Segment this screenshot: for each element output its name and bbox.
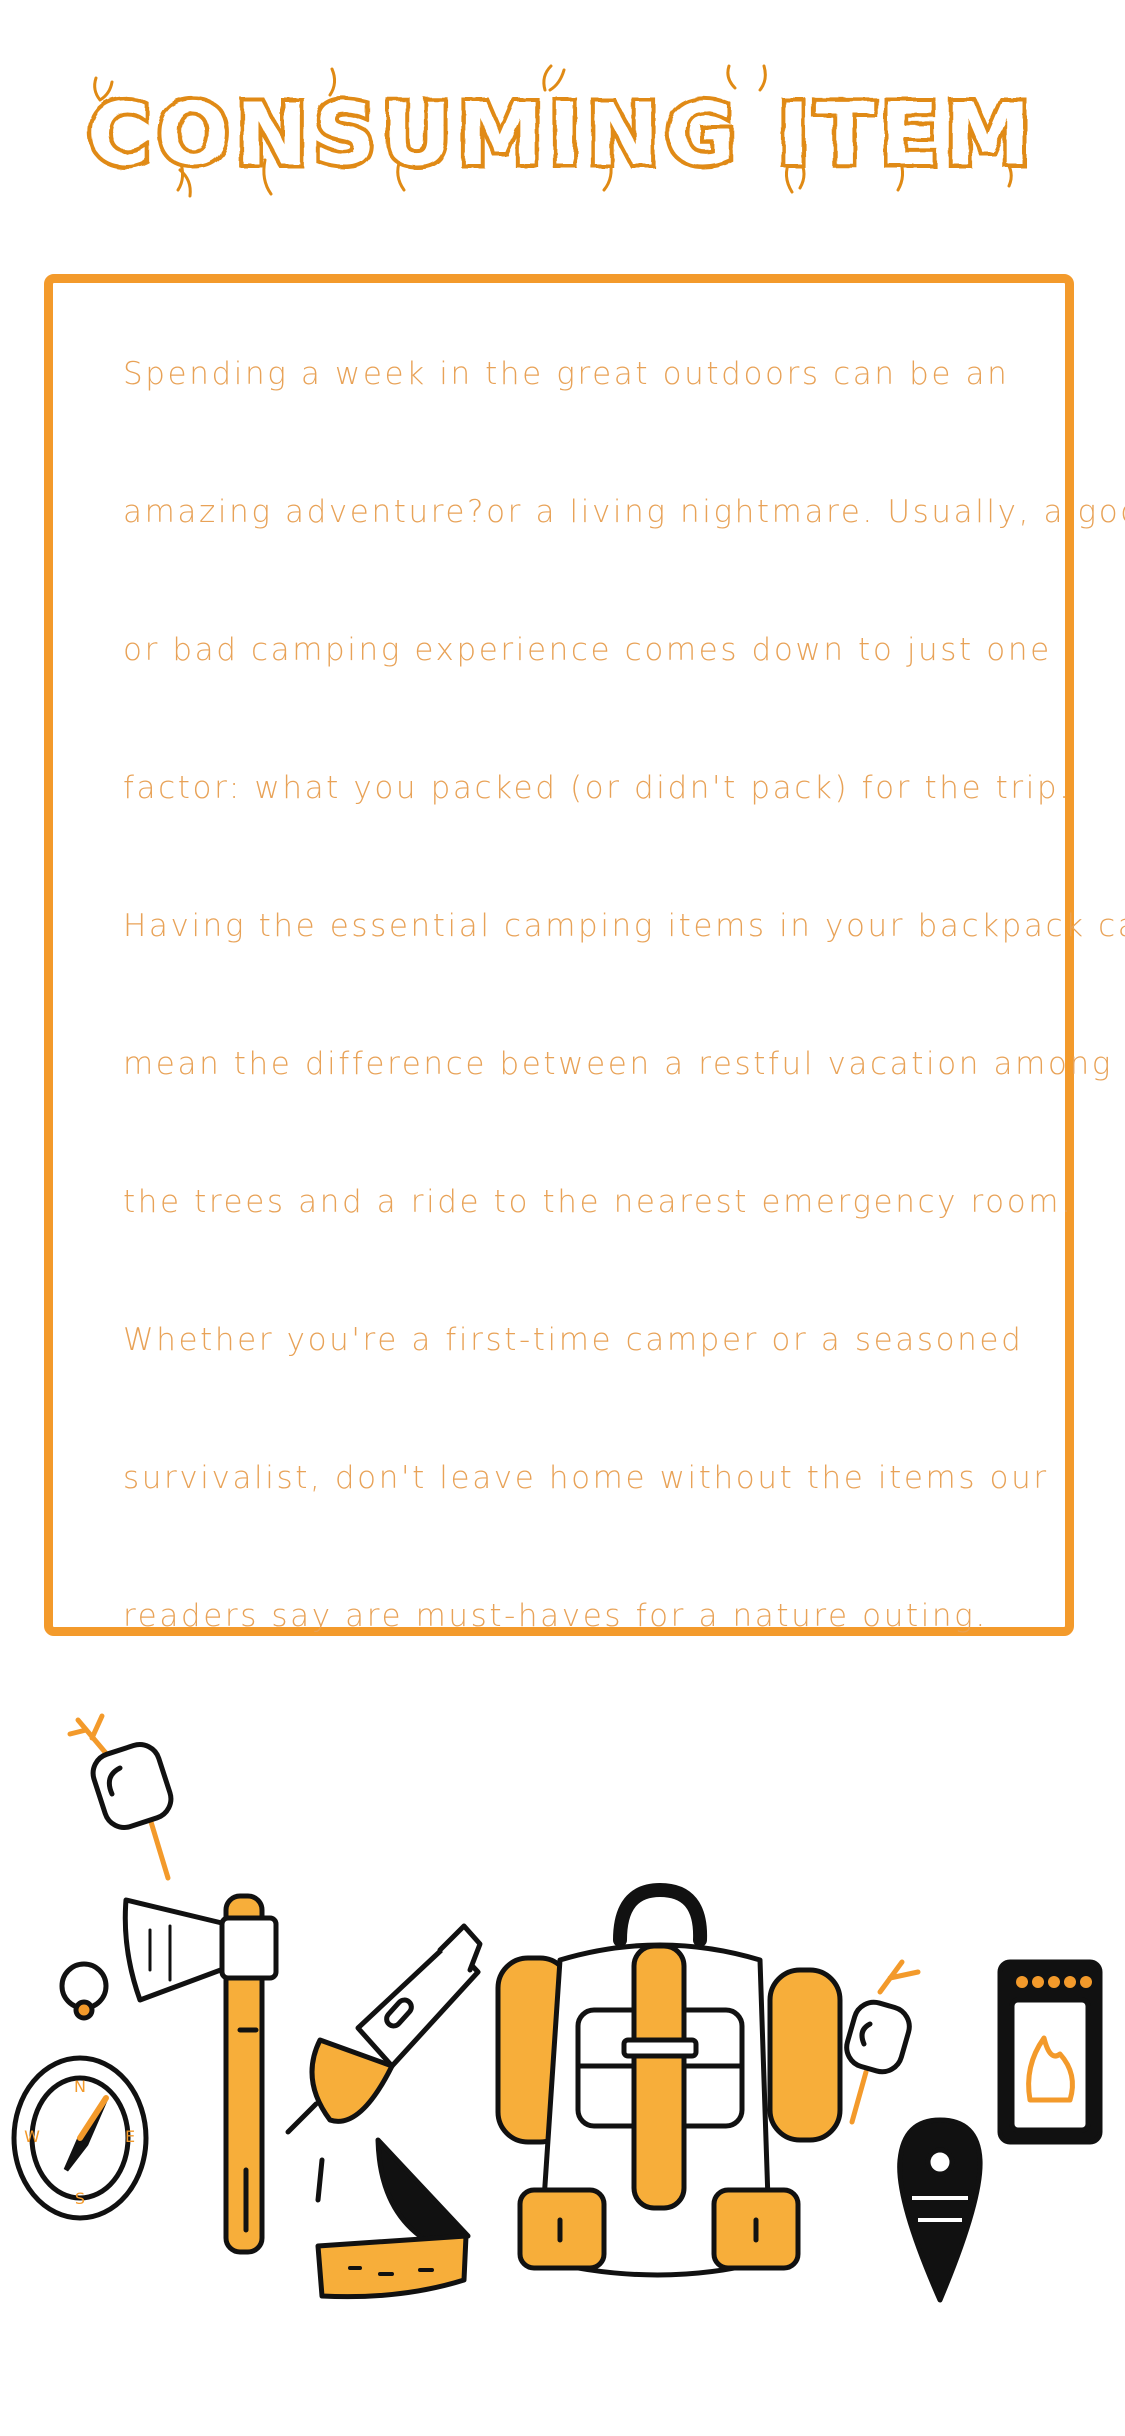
camping-illustration: N E S W [0,1700,1125,2340]
page-title: CONSUMING ITEM [0,60,1125,230]
title-text: CONSUMING ITEM [87,85,1036,185]
backpack-icon [495,1883,843,2278]
paragraph-line: or bad camping experience comes down to … [123,632,1052,668]
paragraph-line: Whether you're a first-time camper or a … [123,1322,1024,1358]
compass-letter-w: W [24,2127,40,2146]
paragraph-line: the trees and a ride to the nearest emer… [123,1184,1074,1220]
compass-letter-e: E [125,2127,135,2146]
compass-letter-n: N [74,2077,86,2096]
compass-icon: N E S W [11,1961,149,2221]
paragraph-line: Spending a week in the great outdoors ca… [123,356,1010,392]
paragraph-line: mean the difference between a restful va… [123,1046,1113,1082]
paragraph-line: survivalist, don't leave home without th… [123,1460,1049,1496]
map-pin-icon [897,2117,983,2303]
article-paragraph: Spending a week in the great outdoors ca… [123,305,1125,1685]
matchbox-icon [997,1959,1103,2145]
paragraph-line: factor: what you packed (or didn't pack)… [123,770,1072,806]
knife-icon [315,2137,471,2300]
article-box: Spending a week in the great outdoors ca… [44,274,1125,1636]
camping-gear-art: N E S W [11,1713,1103,2303]
paragraph-line: Having the essential camping items in yo… [123,908,1125,944]
paragraph-line: amazing adventure?or a living nightmare.… [123,494,1125,530]
paragraph-line: readers say are must-haves for a nature … [123,1598,988,1634]
axe-icon [122,1893,279,2255]
marshmallow-stick-icon [844,1959,921,2125]
compass-letter-s: S [75,2189,85,2208]
title-graphic: CONSUMING ITEM [83,64,1036,198]
marshmallow-stick-icon [67,1713,174,1881]
